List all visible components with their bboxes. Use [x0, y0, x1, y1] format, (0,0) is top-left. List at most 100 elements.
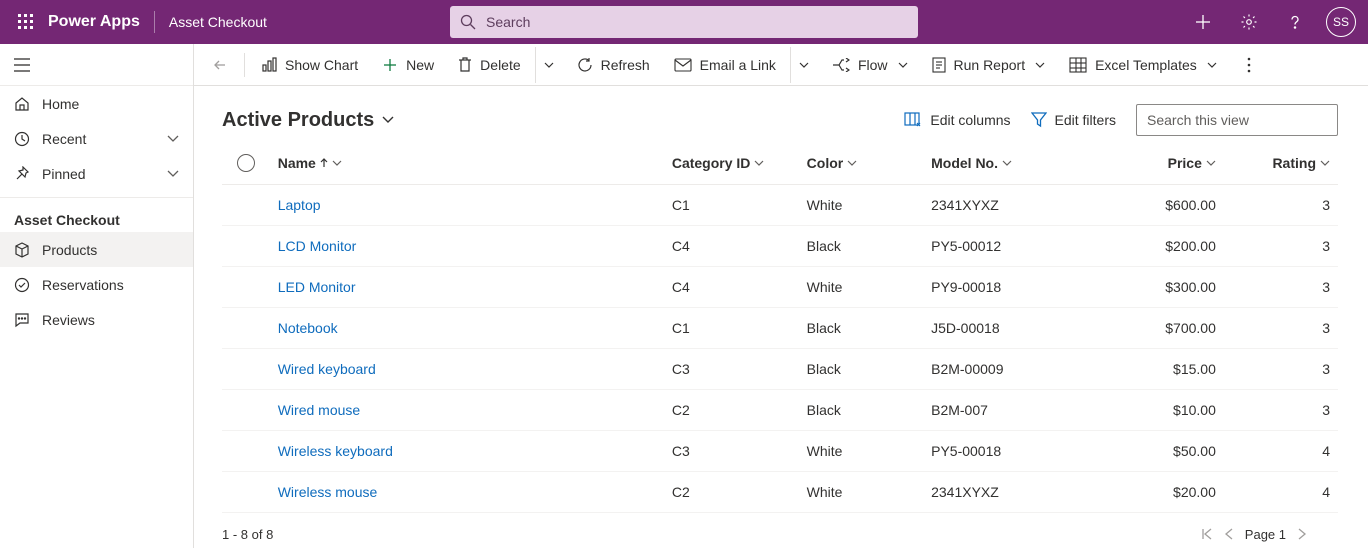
- product-link[interactable]: Wireless mouse: [278, 484, 378, 500]
- col-model[interactable]: Model No.: [923, 144, 1089, 185]
- row-select[interactable]: [222, 349, 270, 390]
- col-rating[interactable]: Rating: [1224, 144, 1338, 185]
- table-row[interactable]: NotebookC1BlackJ5D-00018$700.003: [222, 308, 1338, 349]
- trash-icon: [458, 57, 472, 73]
- cell-model: PY9-00018: [923, 267, 1089, 308]
- flow-icon: [832, 58, 850, 72]
- table-row[interactable]: Wireless mouseC2White2341XYXZ$20.004: [222, 472, 1338, 513]
- show-chart-label: Show Chart: [285, 57, 358, 73]
- sidebar-item-products[interactable]: Products: [0, 232, 193, 267]
- product-link[interactable]: Wired mouse: [278, 402, 360, 418]
- cell-model: J5D-00018: [923, 308, 1089, 349]
- flow-button[interactable]: Flow: [822, 47, 918, 83]
- global-search[interactable]: [450, 6, 918, 38]
- cell-category: C4: [664, 226, 799, 267]
- sidebar-item-reviews[interactable]: Reviews: [0, 302, 193, 337]
- pager-prev[interactable]: [1223, 528, 1235, 540]
- edit-columns-label: Edit columns: [930, 112, 1010, 128]
- product-link[interactable]: Notebook: [278, 320, 338, 336]
- cell-color: Black: [799, 308, 923, 349]
- view-search[interactable]: [1136, 104, 1338, 136]
- sidebar-item-label: Reservations: [42, 277, 179, 293]
- table-row[interactable]: LED MonitorC4WhitePY9-00018$300.003: [222, 267, 1338, 308]
- excel-templates-button[interactable]: Excel Templates: [1059, 47, 1227, 83]
- row-select[interactable]: [222, 185, 270, 226]
- col-color[interactable]: Color: [799, 144, 923, 185]
- select-all-header[interactable]: [222, 144, 270, 185]
- table-row[interactable]: Wired keyboardC3BlackB2M-00009$15.003: [222, 349, 1338, 390]
- help-icon[interactable]: [1274, 0, 1316, 44]
- row-select[interactable]: [222, 431, 270, 472]
- cell-rating: 3: [1224, 267, 1338, 308]
- sidebar-item-label: Recent: [42, 131, 167, 147]
- product-link[interactable]: Laptop: [278, 197, 321, 213]
- sidebar-item-label: Home: [42, 96, 179, 112]
- cell-model: PY5-00012: [923, 226, 1089, 267]
- table-row[interactable]: Wired mouseC2BlackB2M-007$10.003: [222, 390, 1338, 431]
- global-search-input[interactable]: [484, 13, 908, 31]
- mail-icon: [674, 58, 692, 72]
- refresh-icon: [577, 57, 593, 73]
- refresh-button[interactable]: Refresh: [567, 47, 660, 83]
- sidebar-item-reservations[interactable]: Reservations: [0, 267, 193, 302]
- email-link-split[interactable]: [790, 47, 818, 83]
- cell-rating: 3: [1224, 185, 1338, 226]
- pager-first[interactable]: [1201, 528, 1213, 540]
- cell-color: White: [799, 472, 923, 513]
- view-title[interactable]: Active Products: [222, 109, 394, 132]
- edit-columns-button[interactable]: Edit columns: [904, 112, 1010, 128]
- delete-button[interactable]: Delete: [448, 47, 530, 83]
- chevron-down-icon: [799, 62, 809, 68]
- add-icon[interactable]: [1182, 0, 1224, 44]
- sidebar-item-pinned[interactable]: Pinned: [0, 156, 193, 191]
- table-row[interactable]: Wireless keyboardC3WhitePY5-00018$50.004: [222, 431, 1338, 472]
- chevron-down-icon: [382, 116, 394, 124]
- row-select[interactable]: [222, 267, 270, 308]
- row-select[interactable]: [222, 472, 270, 513]
- cell-model: B2M-007: [923, 390, 1089, 431]
- sidebar-item-recent[interactable]: Recent: [0, 121, 193, 156]
- pager-label: Page 1: [1245, 527, 1286, 542]
- cell-category: C3: [664, 349, 799, 390]
- back-button[interactable]: [202, 57, 238, 73]
- settings-icon[interactable]: [1228, 0, 1270, 44]
- table-row[interactable]: LCD MonitorC4BlackPY5-00012$200.003: [222, 226, 1338, 267]
- col-category[interactable]: Category ID: [664, 144, 799, 185]
- nav-toggle[interactable]: [0, 44, 193, 86]
- sidebar-divider: [0, 197, 193, 198]
- avatar[interactable]: SS: [1326, 7, 1356, 37]
- chevron-down-icon: [898, 62, 908, 68]
- product-link[interactable]: Wireless keyboard: [278, 443, 393, 459]
- row-select[interactable]: [222, 390, 270, 431]
- overflow-button[interactable]: [1235, 57, 1263, 73]
- product-link[interactable]: Wired keyboard: [278, 361, 376, 377]
- new-button[interactable]: New: [372, 47, 444, 83]
- sidebar-item-home[interactable]: Home: [0, 86, 193, 121]
- search-icon: [460, 14, 476, 30]
- product-link[interactable]: LED Monitor: [278, 279, 356, 295]
- product-link[interactable]: LCD Monitor: [278, 238, 357, 254]
- waffle-icon[interactable]: [8, 0, 44, 44]
- cell-category: C3: [664, 431, 799, 472]
- cell-model: 2341XYXZ: [923, 185, 1089, 226]
- edit-filters-button[interactable]: Edit filters: [1031, 112, 1116, 128]
- view-title-text: Active Products: [222, 109, 374, 132]
- sidebar-item-label: Products: [42, 242, 179, 258]
- avatar-initials: SS: [1333, 15, 1349, 29]
- row-select[interactable]: [222, 226, 270, 267]
- cell-price: $10.00: [1089, 390, 1224, 431]
- table-row[interactable]: LaptopC1White2341XYXZ$600.003: [222, 185, 1338, 226]
- col-price[interactable]: Price: [1089, 144, 1224, 185]
- chart-icon: [261, 57, 277, 73]
- cell-category: C2: [664, 472, 799, 513]
- delete-split[interactable]: [535, 47, 563, 83]
- row-select[interactable]: [222, 308, 270, 349]
- run-report-button[interactable]: Run Report: [922, 47, 1056, 83]
- col-name[interactable]: Name: [270, 144, 664, 185]
- show-chart-button[interactable]: Show Chart: [251, 47, 368, 83]
- cell-model: PY5-00018: [923, 431, 1089, 472]
- view-search-input[interactable]: [1145, 111, 1330, 129]
- email-link-button[interactable]: Email a Link: [664, 47, 786, 83]
- cell-category: C1: [664, 308, 799, 349]
- pager-next[interactable]: [1296, 528, 1308, 540]
